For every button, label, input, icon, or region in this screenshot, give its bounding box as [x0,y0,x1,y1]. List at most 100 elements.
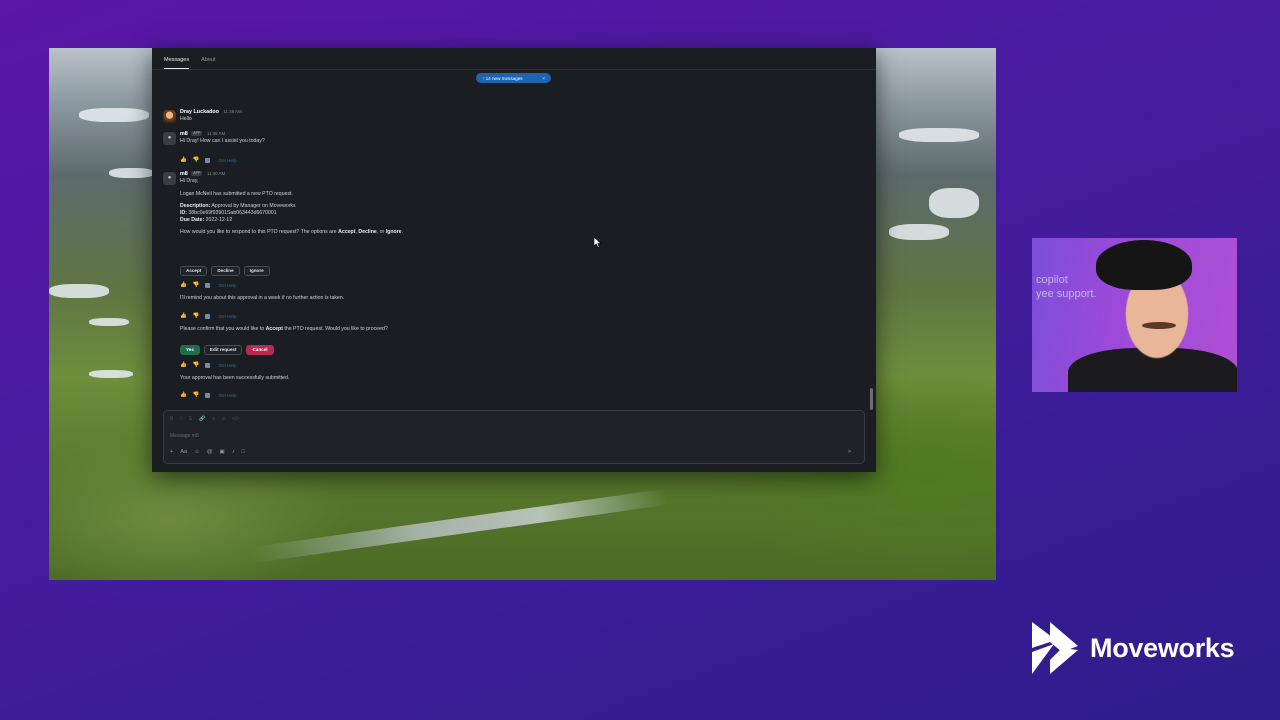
thumbs-up-icon[interactable]: 👍 [180,362,187,369]
feedback-row: 👍 👎 Get Help [180,362,237,369]
bold-icon[interactable]: B [170,416,173,422]
mouse-cursor-icon [593,235,602,253]
id-line: ID: 38bc0e69f93901Sab063443d6670001 [180,210,480,217]
timestamp[interactable]: 11:40 AM [207,171,225,176]
ignore-button[interactable]: Ignore [243,266,270,276]
user-avatar[interactable] [163,110,176,123]
id-label: ID: [180,210,187,217]
chat-app-window: Messages About ↑ 14 new messages × Dray … [152,48,876,472]
shortcut-icon[interactable]: □ [242,449,245,455]
question-accept: Accept [338,229,356,236]
video-icon[interactable]: ▣ [220,449,225,455]
sender-name[interactable]: m8 [180,171,188,177]
cancel-button[interactable]: Cancel [246,345,274,355]
numbered-list-icon[interactable]: ≡ [222,416,225,422]
thumbs-down-icon[interactable]: 👎 [193,392,200,399]
mention-icon[interactable]: @ [207,449,213,455]
due-date-line: Due Date: 2022-12-12 [180,217,480,224]
snow-patch [89,318,129,326]
app-icon[interactable] [205,283,211,289]
pto-action-buttons: Accept Decline Ignore [180,266,270,276]
message-item: Dray Luckadoo 11:38 AM Hello [180,109,460,123]
text-format-icon[interactable]: Aa [180,449,187,455]
get-help-link[interactable]: Get Help [218,283,236,289]
app-badge: APP [191,171,203,177]
app-icon[interactable] [205,314,211,320]
presenter-webcam: copilot yee support. [1032,238,1237,392]
thumbs-up-icon[interactable]: 👍 [180,392,187,399]
link-icon[interactable]: 🔗 [199,416,205,422]
code-icon[interactable]: </> [232,416,239,422]
snow-patch [89,370,133,378]
plus-icon[interactable]: + [170,449,173,455]
composer-tools: + Aa ☺ @ ▣ ♪ □ [170,449,245,455]
question-end: . [401,229,404,236]
mountain-stream [249,488,669,564]
thumbs-up-icon[interactable]: 👍 [180,282,187,289]
new-messages-label: ↑ 14 new messages [482,75,523,81]
timestamp[interactable]: 11:38 AM [223,109,241,114]
intro-text: Logan McNeil has submitted a new PTO req… [180,191,293,198]
webcam-background-text: copilot yee support. [1036,274,1097,302]
confirm-post: the PTO request. Would you like to proce… [282,326,388,332]
new-messages-pill[interactable]: ↑ 14 new messages × [476,73,551,83]
moveworks-logo-icon [1032,622,1078,674]
accept-button[interactable]: Accept [180,266,208,276]
get-help-link[interactable]: Get Help [218,393,236,399]
presenter-mustache [1142,322,1176,329]
sender-name[interactable]: Dray Luckadoo [180,109,219,115]
greeting-text: Hi Dray, [180,178,199,185]
thumbs-up-icon[interactable]: 👍 [180,313,187,320]
description-label: Description: [180,203,211,210]
edit-request-button[interactable]: Edit request [203,345,243,355]
message-text: Hello [180,116,192,123]
strikethrough-icon[interactable]: S [189,416,192,422]
thumbs-up-icon[interactable]: 👍 [180,157,187,164]
channel-tabs: Messages About [152,48,876,70]
feedback-row: 👍 👎 Get Help [180,392,237,399]
send-icon[interactable]: ➤ [847,448,852,455]
thumbs-down-icon[interactable]: 👎 [193,157,200,164]
microphone-icon[interactable]: ♪ [232,449,235,455]
brand-name: Moveworks [1090,632,1235,663]
robot-icon: ● [167,175,172,182]
message-item: m8 APP 11:38 AM Hi Dray! How can I assis… [180,131,460,145]
moveworks-logo: Moveworks [1032,622,1235,674]
app-icon[interactable] [205,158,211,164]
sender-name[interactable]: m8 [180,131,188,137]
submitted-text: Your approval has been successfully subm… [180,375,290,381]
get-help-link[interactable]: Get Help [218,314,236,320]
thumbs-down-icon[interactable]: 👎 [193,362,200,369]
tab-messages[interactable]: Messages [164,57,190,69]
feedback-row: 👍 👎 Get Help [180,282,237,289]
bot-avatar[interactable]: ● [163,132,176,145]
snow-patch [49,284,109,298]
get-help-link[interactable]: Get Help [218,158,236,164]
confirm-buttons: Yes Edit request Cancel [180,345,274,355]
message-input[interactable] [170,431,770,441]
yes-button[interactable]: Yes [180,345,200,355]
bulleted-list-icon[interactable]: ≡ [212,416,215,422]
app-icon[interactable] [205,393,211,399]
app-icon[interactable] [205,363,211,369]
thumbs-down-icon[interactable]: 👎 [193,282,200,289]
due-date-value: 2022-12-12 [205,217,233,224]
robot-icon: ● [167,135,172,142]
decline-button[interactable]: Decline [211,266,240,276]
confirm-text: Please confirm that you would like to Ac… [180,326,480,333]
tab-about[interactable]: About [201,57,215,69]
scrollbar-thumb[interactable] [870,388,873,410]
close-icon[interactable]: × [542,76,545,81]
italic-icon[interactable]: I [180,416,181,422]
message-text: Hi Dray! How can I assist you today? [180,138,265,145]
thumbs-down-icon[interactable]: 👎 [193,313,200,320]
timestamp[interactable]: 11:38 AM [207,131,225,136]
emoji-icon[interactable]: ☺ [194,449,200,455]
message-feed: Dray Luckadoo 11:38 AM Hello ● m8 APP 11… [152,106,862,406]
snow-patch [109,168,154,178]
get-help-link[interactable]: Get Help [218,363,236,369]
bot-avatar[interactable]: ● [163,172,176,185]
snow-patch [79,108,149,122]
id-value: 38bc0e69f93901Sab063443d6670001 [188,210,277,217]
question-sep2: , or [376,229,386,236]
